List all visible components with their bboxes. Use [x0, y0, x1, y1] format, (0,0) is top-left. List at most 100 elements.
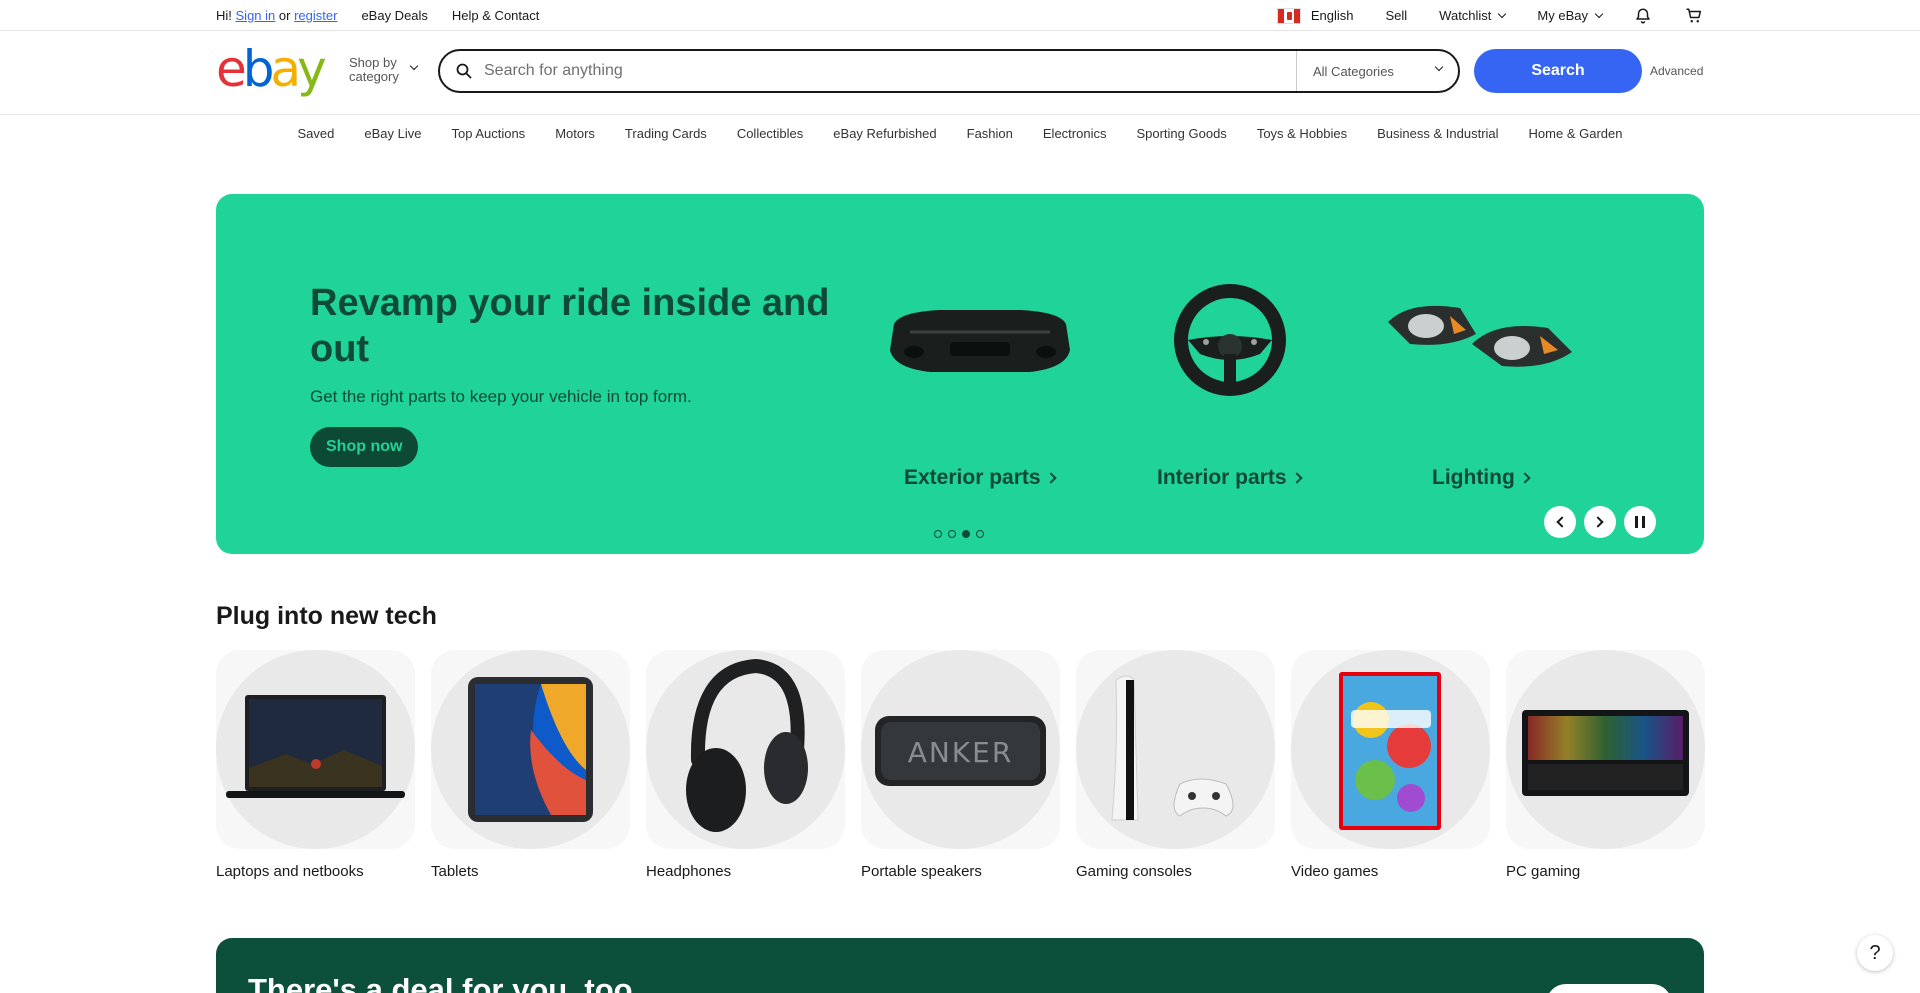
sell-link[interactable]: Sell	[1385, 8, 1407, 23]
search-input[interactable]	[484, 62, 1296, 80]
help-contact-link[interactable]: Help & Contact	[452, 8, 539, 23]
deal-banner-title: There's a deal for you, too	[248, 972, 633, 993]
greeting-prefix: Hi!	[216, 8, 232, 23]
ebay-deals-link[interactable]: eBay Deals	[361, 8, 427, 23]
watchlist-menu[interactable]: Watchlist	[1439, 8, 1507, 23]
my-ebay-label: My eBay	[1537, 8, 1588, 23]
shop-by-category-button[interactable]: Shop by category	[349, 55, 419, 84]
carousel-dot[interactable]	[948, 530, 956, 538]
nav-item-motors[interactable]: Motors	[555, 126, 595, 141]
tablet-icon	[468, 677, 593, 822]
chevron-down-icon	[1498, 9, 1507, 19]
hero-subtitle: Get the right parts to keep your vehicle…	[310, 387, 692, 406]
chevron-left-icon	[1556, 516, 1568, 528]
speaker-brand-text: ANKER	[907, 736, 1014, 769]
tech-card-label: Headphones	[646, 863, 732, 880]
console-icon	[1111, 675, 1234, 821]
nav-item-business-industrial[interactable]: Business & Industrial	[1377, 126, 1498, 141]
tech-category-row: Laptops and netbooks Tablets Headphones	[216, 650, 1705, 880]
hero-title: Revamp your ride inside and out	[310, 282, 830, 370]
sign-in-link[interactable]: Sign in	[236, 8, 276, 23]
nav-item-ebay-live[interactable]: eBay Live	[364, 126, 421, 141]
search-button[interactable]: Search	[1474, 49, 1642, 93]
category-label: category	[349, 69, 399, 84]
chevron-down-icon	[1594, 9, 1604, 19]
carousel-prev-button[interactable]	[1544, 506, 1576, 538]
bumper-icon[interactable]	[880, 272, 1080, 392]
interior-parts-link[interactable]: Interior parts	[1157, 466, 1303, 490]
nav-item-trading-cards[interactable]: Trading Cards	[625, 126, 707, 141]
carousel-dot[interactable]	[976, 530, 984, 538]
chevron-right-icon	[1290, 472, 1303, 484]
nav-item-fashion[interactable]: Fashion	[967, 126, 1013, 141]
advanced-search-link[interactable]: Advanced	[1650, 64, 1703, 78]
lighting-link[interactable]: Lighting	[1432, 466, 1531, 490]
nav-item-sporting-goods[interactable]: Sporting Goods	[1136, 126, 1226, 141]
chevron-right-icon	[1519, 472, 1531, 484]
nav-item-top-auctions[interactable]: Top Auctions	[451, 126, 525, 141]
search-bar: All Categories	[438, 49, 1460, 93]
section-title: Plug into new tech	[216, 602, 437, 630]
category-select-value: All Categories	[1313, 63, 1394, 79]
chevron-down-icon	[1434, 62, 1444, 72]
tech-card-portable-speakers[interactable]: ANKER Portable speakers	[861, 650, 1060, 880]
tech-card-label: Video games	[1291, 863, 1379, 880]
carousel-dot[interactable]	[934, 530, 942, 538]
tech-card-gaming-consoles[interactable]: Gaming consoles	[1076, 650, 1275, 880]
bell-icon	[1636, 8, 1650, 23]
tech-card-label: Tablets	[431, 863, 479, 880]
steering-wheel-icon[interactable]	[1130, 280, 1330, 400]
tech-card-image	[431, 650, 630, 849]
interior-parts-label: Interior parts	[1157, 466, 1287, 489]
top-utility-bar: Hi! Sign in or register eBay Deals Help …	[0, 0, 1920, 31]
nav-item-collectibles[interactable]: Collectibles	[737, 126, 803, 141]
carousel-next-button[interactable]	[1584, 506, 1616, 538]
shop-now-button[interactable]: Shop now	[310, 427, 419, 467]
register-link[interactable]: register	[294, 8, 337, 23]
tech-card-image: ANKER	[861, 650, 1060, 849]
tech-card-image	[1291, 650, 1490, 849]
category-select[interactable]: All Categories	[1296, 51, 1458, 91]
deal-banner[interactable]: There's a deal for you, too	[216, 938, 1704, 993]
chevron-right-icon	[1592, 516, 1604, 528]
nav-item-ebay-refurbished[interactable]: eBay Refurbished	[833, 126, 936, 141]
help-button[interactable]: ?	[1857, 935, 1893, 971]
or-text: or	[278, 8, 291, 23]
notifications-button[interactable]	[1634, 7, 1652, 25]
my-ebay-menu[interactable]: My eBay	[1537, 8, 1604, 23]
lighting-label: Lighting	[1432, 466, 1515, 489]
nav-item-toys-hobbies[interactable]: Toys & Hobbies	[1257, 126, 1347, 141]
keyboard-icon	[1522, 710, 1689, 796]
headlights-icon[interactable]	[1380, 272, 1580, 392]
tech-card-image	[646, 650, 845, 849]
cart-button[interactable]	[1684, 7, 1704, 25]
tech-card-laptops[interactable]: Laptops and netbooks	[216, 650, 415, 880]
chevron-down-icon	[409, 61, 419, 71]
tech-card-tablets[interactable]: Tablets	[431, 650, 630, 880]
nav-item-home-garden[interactable]: Home & Garden	[1529, 126, 1623, 141]
tech-card-label: Laptops and netbooks	[216, 863, 364, 880]
laptop-icon	[226, 695, 405, 798]
search-icon	[456, 63, 472, 79]
headphones-icon	[686, 658, 808, 832]
language-selector[interactable]: English	[1276, 7, 1354, 24]
deal-banner-button[interactable]	[1546, 984, 1672, 993]
language-label: English	[1310, 8, 1354, 23]
carousel-pause-button[interactable]	[1624, 506, 1656, 538]
hero-banner[interactable]: Revamp your ride inside and out Get the …	[216, 194, 1704, 554]
tech-card-headphones[interactable]: Headphones	[646, 650, 845, 880]
carousel-dot-active[interactable]	[962, 530, 970, 538]
pause-icon	[1635, 516, 1645, 528]
nav-item-electronics[interactable]: Electronics	[1043, 126, 1107, 141]
ebay-logo[interactable]: ebay	[216, 44, 327, 94]
exterior-parts-link[interactable]: Exterior parts	[904, 466, 1057, 490]
nav-item-saved[interactable]: Saved	[298, 126, 335, 141]
greeting: Hi! Sign in or register	[216, 8, 337, 23]
game-case-icon	[1339, 672, 1441, 830]
tech-card-video-games[interactable]: Video games	[1291, 650, 1490, 880]
tech-card-pc-gaming[interactable]: PC gaming	[1506, 650, 1705, 880]
shop-by-label: Shop by	[349, 55, 397, 70]
exterior-parts-label: Exterior parts	[904, 466, 1041, 489]
tech-card-image	[1076, 650, 1275, 849]
main-header: ebay Shop by category All Categories Sea…	[0, 31, 1920, 115]
